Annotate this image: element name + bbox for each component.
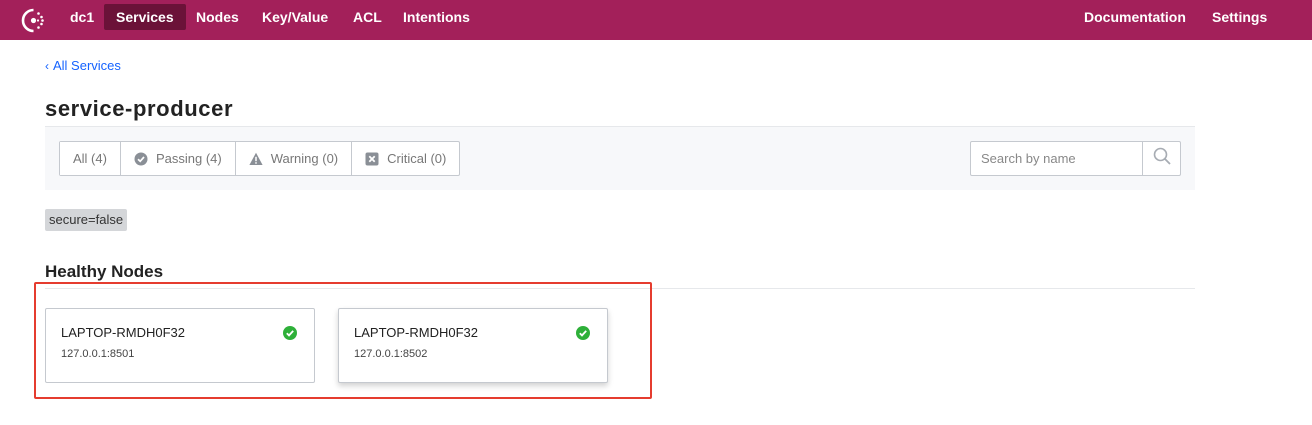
filter-critical-label: Critical (0) — [387, 151, 447, 166]
node-card[interactable]: LAPTOP-RMDH0F32 127.0.0.1:8502 — [338, 308, 608, 383]
passing-check-icon — [283, 326, 297, 340]
filter-warning-label: Warning (0) — [270, 151, 339, 166]
filter-warning-button[interactable]: Warning (0) — [236, 142, 353, 175]
check-circle-icon — [134, 152, 148, 166]
passing-check-icon — [576, 326, 590, 340]
nav-documentation[interactable]: Documentation — [1084, 0, 1186, 34]
service-tag: secure=false — [45, 209, 128, 231]
search-icon — [1153, 147, 1171, 170]
filter-all-label: All (4) — [73, 151, 107, 166]
nav-settings[interactable]: Settings — [1212, 0, 1267, 34]
consul-logo-icon[interactable] — [20, 7, 47, 34]
node-address: 127.0.0.1:8502 — [354, 348, 428, 360]
nav-nodes[interactable]: Nodes — [196, 0, 239, 34]
filter-passing-label: Passing (4) — [155, 151, 222, 166]
search-button[interactable] — [1142, 142, 1180, 175]
health-filter-group: All (4) Passing (4) Warning (0) Critical… — [59, 141, 461, 176]
nav-acl[interactable]: ACL — [353, 0, 382, 34]
nav-intentions[interactable]: Intentions — [403, 0, 470, 34]
node-name: LAPTOP-RMDH0F32 — [354, 325, 479, 340]
datacenter-selector[interactable]: dc1 — [70, 0, 94, 34]
warning-triangle-icon — [249, 152, 263, 166]
filter-bar: All (4) Passing (4) Warning (0) Critical… — [45, 126, 1195, 190]
nav-services[interactable]: Services — [104, 4, 186, 30]
chevron-left-icon: ‹ — [45, 59, 49, 73]
filter-passing-button[interactable]: Passing (4) — [121, 142, 236, 175]
page-title: service-producer — [45, 96, 234, 121]
healthy-nodes-heading: Healthy Nodes — [45, 262, 164, 281]
filter-all-button[interactable]: All (4) — [60, 142, 121, 175]
section-divider — [45, 288, 1195, 289]
breadcrumb[interactable]: ‹ All Services — [45, 58, 121, 73]
breadcrumb-label[interactable]: All Services — [53, 58, 121, 73]
node-name: LAPTOP-RMDH0F32 — [61, 325, 186, 340]
nav-key-value[interactable]: Key/Value — [262, 0, 328, 34]
search-input[interactable] — [971, 142, 1142, 175]
node-address: 127.0.0.1:8501 — [61, 348, 135, 360]
node-card[interactable]: LAPTOP-RMDH0F32 127.0.0.1:8501 — [45, 308, 315, 383]
x-square-icon — [365, 152, 379, 166]
search-box — [970, 141, 1181, 176]
filter-critical-button[interactable]: Critical (0) — [352, 142, 459, 175]
top-navigation-bar: dc1 Services Nodes Key/Value ACL Intenti… — [0, 0, 1312, 40]
